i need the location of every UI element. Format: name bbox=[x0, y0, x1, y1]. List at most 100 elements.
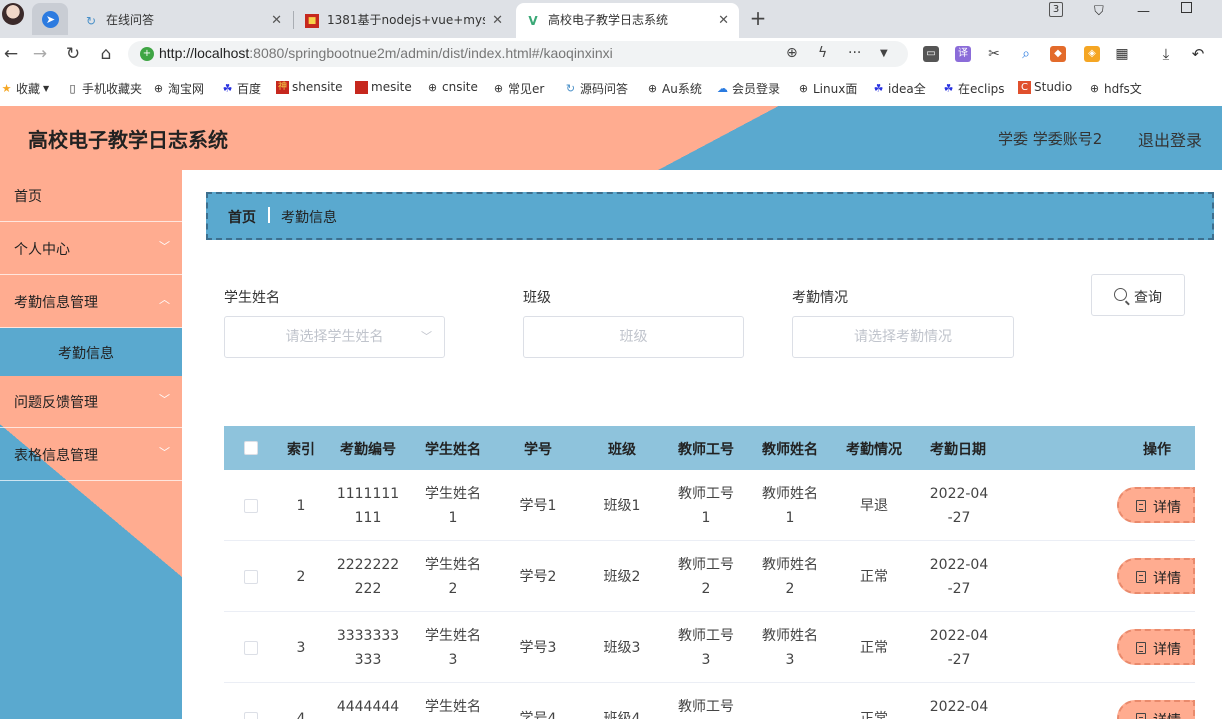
scissors-icon[interactable]: ✂ bbox=[986, 46, 1002, 62]
close-icon[interactable]: ✕ bbox=[492, 5, 503, 36]
cell-class: 班级4 bbox=[603, 711, 641, 719]
bookmark-common-err[interactable]: ⊕ 常见er bbox=[492, 80, 544, 97]
search-ext-icon[interactable]: ⌕ bbox=[1018, 46, 1034, 62]
bookmark-mobile[interactable]: ▯ 手机收藏夹 bbox=[66, 80, 142, 97]
bookmark-taobao[interactable]: ⊕ 淘宝网 bbox=[152, 80, 204, 97]
bookmark-source-qa[interactable]: ↻ 源码问答 bbox=[564, 80, 628, 97]
shirt-icon[interactable]: ⛉ bbox=[1094, 4, 1104, 19]
forward-icon[interactable]: → bbox=[29, 43, 51, 65]
globe-icon: ⊕ bbox=[1089, 82, 1100, 95]
bookmark-linux[interactable]: ⊕ Linux面 bbox=[797, 80, 857, 97]
student-name-label: 学生姓名 bbox=[224, 290, 280, 306]
new-tab-button[interactable]: + bbox=[748, 6, 768, 30]
attendance-label: 考勤情况 bbox=[792, 290, 848, 306]
cell-class: 班级1 bbox=[603, 498, 641, 514]
minimize-icon[interactable]: — bbox=[1137, 4, 1150, 19]
row-checkbox[interactable] bbox=[244, 499, 258, 513]
lightning-icon[interactable]: ϟ bbox=[818, 45, 827, 61]
bookmark-shensite[interactable]: 神 shensite bbox=[276, 80, 343, 94]
document-icon bbox=[1136, 500, 1146, 512]
cell-student-name: 学生姓名 2 bbox=[425, 557, 481, 597]
column-header: 班级 bbox=[608, 442, 636, 458]
row-checkbox[interactable] bbox=[244, 712, 258, 719]
bookmark-idea[interactable]: ☘ idea全 bbox=[872, 80, 926, 97]
sidebar: 首页 个人中心 ﹀ 考勤信息管理 ︿ 考勤信息 问题反馈管理 ﹀ 表格信息管理 … bbox=[0, 170, 182, 719]
chevron-down-icon[interactable]: ▼ bbox=[880, 48, 888, 59]
globe-icon: ⊕ bbox=[493, 82, 504, 95]
game-icon[interactable]: ◆ bbox=[1050, 46, 1066, 62]
undo-icon[interactable]: ↶ bbox=[1190, 46, 1206, 62]
bookmark-favorites[interactable]: ★ 收藏 ▼ bbox=[0, 80, 50, 97]
cell-index: 4 bbox=[296, 711, 306, 719]
class-label: 班级 bbox=[523, 290, 551, 306]
row-checkbox[interactable] bbox=[244, 570, 258, 584]
paw-icon: ☘ bbox=[222, 82, 233, 95]
cell-teacher-name: 教师姓名 3 bbox=[762, 628, 818, 668]
reload-icon[interactable]: ↻ bbox=[62, 43, 84, 65]
sidebar-item-table-mgmt[interactable]: 表格信息管理 ﹀ bbox=[0, 429, 182, 481]
detail-button[interactable]: 详情 bbox=[1117, 629, 1195, 665]
tab-count-badge[interactable]: 3 bbox=[1049, 2, 1063, 17]
class-input[interactable]: 班级 bbox=[523, 316, 744, 358]
phone-icon: ▯ bbox=[69, 82, 76, 95]
student-name-select[interactable]: 请选择学生姓名 ﹀ bbox=[224, 316, 445, 358]
bookmark-member-login[interactable]: ☁ 会员登录 bbox=[716, 80, 780, 97]
sidebar-item-attendance-mgmt[interactable]: 考勤信息管理 ︿ bbox=[0, 276, 182, 328]
bookmark-hdfs[interactable]: ⊕ hdfs文 bbox=[1088, 80, 1142, 97]
browser-tab-active[interactable]: V 高校电子教学日志系统 ✕ bbox=[516, 3, 739, 38]
pinned-tab[interactable]: ➤ bbox=[32, 3, 68, 35]
cell-teacher-name: 教师姓名 2 bbox=[762, 557, 818, 597]
detail-button[interactable]: 详情 bbox=[1117, 700, 1195, 719]
column-header: 考勤日期 bbox=[930, 442, 986, 458]
profile-avatar[interactable] bbox=[2, 3, 24, 25]
chevron-down-icon: ﹀ bbox=[159, 240, 170, 253]
url-host: http://localhost bbox=[159, 45, 250, 61]
cell-attendance-status: 正常 bbox=[860, 569, 888, 585]
star-icon: ★ bbox=[1, 82, 12, 95]
cell-index: 3 bbox=[296, 640, 306, 656]
close-icon[interactable]: ✕ bbox=[718, 3, 729, 38]
cell-attendance-status: 正常 bbox=[860, 640, 888, 656]
reader-icon[interactable]: ▭ bbox=[923, 46, 939, 62]
more-icon[interactable]: ··· bbox=[848, 45, 861, 61]
browser-tab-qa[interactable]: ↻ 在线问答 ✕ bbox=[74, 5, 292, 36]
shen-icon: 神 bbox=[276, 80, 289, 94]
apps-grid-icon[interactable]: ▦ bbox=[1114, 46, 1130, 62]
bookmark-mesite[interactable]: mesite bbox=[355, 80, 412, 94]
detail-button[interactable]: 详情 bbox=[1117, 558, 1195, 594]
cell-student-no: 学号1 bbox=[519, 498, 557, 514]
cell-attendance-date: 2022-04 -27 bbox=[929, 628, 989, 668]
url-path: :8080/springbootnue2m/admin/dist/index.h… bbox=[249, 45, 613, 61]
zoom-icon[interactable]: ⊕ bbox=[786, 45, 798, 61]
logout-button[interactable]: 退出登录 bbox=[1138, 127, 1202, 151]
table-row: 3 3333333 333 学生姓名 3 学号3 班级3 教师工号 3 教师姓名 3 正… bbox=[224, 612, 1195, 683]
cell-attendance-status: 早退 bbox=[860, 498, 888, 514]
download-icon[interactable]: ⤓ bbox=[1158, 46, 1174, 62]
bookmark-eclipse[interactable]: ☘ 在eclips bbox=[942, 80, 1005, 97]
cell-class: 班级3 bbox=[603, 640, 641, 656]
attendance-select[interactable]: 请选择考勤情况 bbox=[792, 316, 1014, 358]
shield-ext-icon[interactable]: ◈ bbox=[1084, 46, 1100, 62]
cell-index: 2 bbox=[296, 569, 306, 585]
bookmark-cnsite[interactable]: ⊕ cnsite bbox=[426, 80, 478, 94]
sidebar-item-feedback-mgmt[interactable]: 问题反馈管理 ﹀ bbox=[0, 376, 182, 428]
detail-button[interactable]: 详情 bbox=[1117, 487, 1195, 523]
cell-class: 班级2 bbox=[603, 569, 641, 585]
bookmark-au-system[interactable]: ⊕ Au系统 bbox=[646, 80, 702, 97]
bookmark-studio[interactable]: C Studio bbox=[1018, 80, 1072, 94]
breadcrumb-home[interactable]: 首页 bbox=[228, 207, 256, 227]
bookmark-baidu[interactable]: ☘ 百度 bbox=[221, 80, 261, 97]
address-bar[interactable]: + http://localhost:8080/springbootnue2m/… bbox=[128, 41, 908, 67]
home-icon[interactable]: ⌂ bbox=[95, 43, 117, 65]
search-button[interactable]: 查询 bbox=[1091, 274, 1185, 316]
row-checkbox[interactable] bbox=[244, 641, 258, 655]
back-icon[interactable]: ← bbox=[0, 43, 22, 65]
sidebar-item-profile[interactable]: 个人中心 ﹀ bbox=[0, 223, 182, 275]
select-all-checkbox[interactable] bbox=[244, 441, 258, 455]
sidebar-item-home[interactable]: 首页 bbox=[0, 170, 182, 222]
close-icon[interactable]: ✕ bbox=[271, 5, 282, 36]
browser-tab-nodejs[interactable]: ■ 1381基于nodejs+vue+mysq ✕ bbox=[295, 5, 513, 36]
maximize-icon[interactable] bbox=[1181, 2, 1192, 13]
sidebar-subitem-attendance-info[interactable]: 考勤信息 bbox=[0, 328, 182, 376]
translate-icon[interactable]: 译 bbox=[955, 46, 971, 62]
